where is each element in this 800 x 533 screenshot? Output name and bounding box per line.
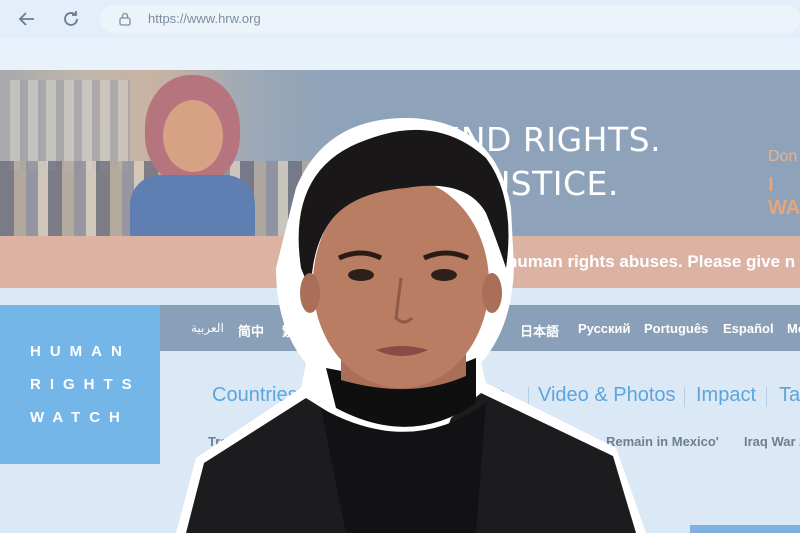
bookmark-strip [0,38,800,70]
portrait-cutout [176,118,646,533]
hero-photo-building [10,80,130,170]
lang-spanish[interactable]: Español [723,321,774,336]
address-bar[interactable]: https://www.hrw.org [100,5,800,33]
lang-more-partial[interactable]: Mo [787,321,800,336]
url-text: https://www.hrw.org [148,11,261,26]
lock-icon [118,12,132,26]
logo-line-human: HUMAN [30,343,131,360]
nav-partial-ta[interactable]: Ta [779,384,800,407]
content-edge [690,525,800,533]
trending-item-iraq-war[interactable]: Iraq War 2 [744,434,800,449]
logo-line-watch: WATCH [30,409,129,426]
hrw-logo[interactable]: HUMAN RIGHTS WATCH [0,305,160,464]
reload-icon[interactable] [60,8,82,30]
donate-text: Don [768,148,798,165]
lang-portuguese[interactable]: Português [644,321,708,336]
back-icon[interactable] [16,8,38,30]
donate-cta[interactable]: I WA [768,174,800,220]
logo-line-rights: RIGHTS [30,376,141,393]
nav-impact[interactable]: Impact [696,384,756,407]
nav-divider [766,387,767,407]
browser-toolbar: https://www.hrw.org [0,0,800,70]
nav-divider [684,387,685,407]
